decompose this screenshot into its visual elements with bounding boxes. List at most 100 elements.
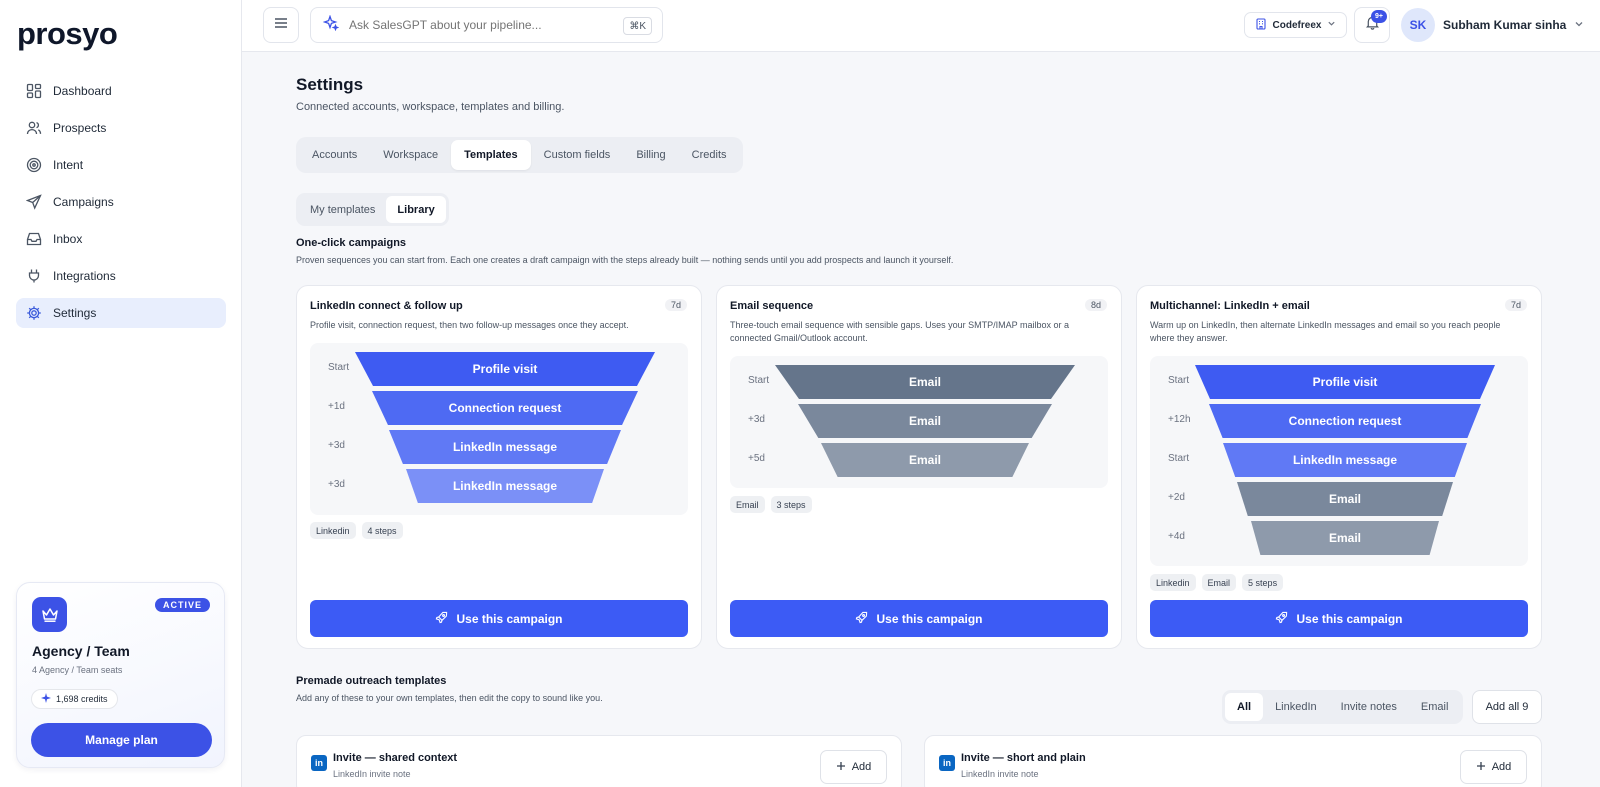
channel-tag: Linkedin xyxy=(310,522,356,539)
manage-plan-button[interactable]: Manage plan xyxy=(31,723,212,757)
use-campaign-button[interactable]: Use this campaign xyxy=(310,600,688,637)
filter-all[interactable]: All xyxy=(1225,693,1264,721)
plan-card: ACTIVE Agency / Team 4 Agency / Team sea… xyxy=(16,582,225,768)
add-all-button[interactable]: Add all 9 xyxy=(1472,690,1542,724)
funnel-step: Profile visit xyxy=(355,352,655,386)
channel-tag: Linkedin xyxy=(1150,574,1196,591)
funnel-step: Connection request xyxy=(372,391,638,425)
steps-tag: 3 steps xyxy=(770,496,812,513)
tab-workspace[interactable]: Workspace xyxy=(370,140,451,170)
funnel-step: Profile visit xyxy=(1195,365,1495,399)
gear-icon xyxy=(26,305,42,321)
sidebar-item-campaigns[interactable]: Campaigns xyxy=(16,187,226,217)
funnel-step: LinkedIn message xyxy=(406,469,604,503)
channel-tag: Email xyxy=(730,496,765,513)
sidebar-item-label: Settings xyxy=(53,306,97,320)
template-type: LinkedIn invite note xyxy=(961,769,1039,779)
sidebar-nav: Dashboard Prospects Intent Campaigns Inb… xyxy=(16,76,226,335)
menu-toggle-button[interactable] xyxy=(263,7,299,43)
tab-credits[interactable]: Credits xyxy=(679,140,740,170)
funnel-step: Email xyxy=(821,443,1029,477)
campaign-tags: Linkedin Email 5 steps xyxy=(1150,574,1284,591)
step-delay: +4d xyxy=(1168,531,1185,542)
section-subtitle: Proven sequences you can start from. Eac… xyxy=(296,255,954,265)
target-icon xyxy=(26,157,42,173)
plan-status-badge: ACTIVE xyxy=(154,598,210,612)
step-delay: Start xyxy=(748,375,770,386)
top-bar: ⌘K Codefreex 9+ SK Subham Kumar sinha xyxy=(242,0,1600,52)
tab-templates[interactable]: Templates xyxy=(451,140,531,170)
template-title: Invite — short and plain xyxy=(961,752,1086,764)
notification-badge: 9+ xyxy=(1371,10,1387,23)
user-name: Subham Kumar sinha xyxy=(1443,18,1567,32)
template-card: in Invite — shared context LinkedIn invi… xyxy=(296,735,902,787)
page-subtitle: Connected accounts, workspace, templates… xyxy=(296,101,565,113)
campaign-tags: Linkedin 4 steps xyxy=(310,522,403,539)
user-menu[interactable]: SK Subham Kumar sinha xyxy=(1401,8,1584,42)
template-title: Invite — shared context xyxy=(333,752,458,764)
tab-custom-fields[interactable]: Custom fields xyxy=(531,140,624,170)
tab-billing[interactable]: Billing xyxy=(623,140,678,170)
sidebar-item-intent[interactable]: Intent xyxy=(16,150,226,180)
sidebar-item-label: Integrations xyxy=(53,269,116,283)
sidebar-item-prospects[interactable]: Prospects xyxy=(16,113,226,143)
funnel-step: Email xyxy=(798,404,1052,438)
sidebar-item-settings[interactable]: Settings xyxy=(16,298,226,328)
step-delay: Start xyxy=(1168,453,1190,464)
avatar: SK xyxy=(1401,8,1435,42)
add-template-button[interactable]: Add xyxy=(820,750,887,784)
funnel-step: Email xyxy=(1251,521,1439,555)
filter-email[interactable]: Email xyxy=(1409,693,1461,721)
inbox-icon xyxy=(26,231,42,247)
workspace-switcher[interactable]: Codefreex xyxy=(1244,12,1347,38)
use-campaign-button[interactable]: Use this campaign xyxy=(730,600,1108,637)
sidebar-item-label: Campaigns xyxy=(53,195,114,209)
sidebar-item-integrations[interactable]: Integrations xyxy=(16,261,226,291)
template-card: in Invite — short and plain LinkedIn inv… xyxy=(924,735,1542,787)
sequence-funnel: Start Profile visit +1d Connection reque… xyxy=(310,343,688,515)
campaign-tags: Email 3 steps xyxy=(730,496,812,513)
campaign-description: Three-touch email sequence with sensible… xyxy=(730,320,1069,343)
sidebar-item-inbox[interactable]: Inbox xyxy=(16,224,226,254)
sidebar: prosyo Dashboard Prospects Intent Campai… xyxy=(0,0,242,787)
button-label: Add xyxy=(851,761,872,773)
sidebar-item-label: Prospects xyxy=(53,121,107,135)
campaign-description: Profile visit, connection request, then … xyxy=(310,320,629,330)
button-label: Add xyxy=(1491,761,1512,773)
campaign-duration: 7d xyxy=(664,299,687,311)
add-template-button[interactable]: Add xyxy=(1460,750,1527,784)
workspace-name: Codefreex xyxy=(1272,19,1322,31)
plan-seats: 4 Agency / Team seats xyxy=(32,665,123,675)
funnel-step: LinkedIn message xyxy=(1223,443,1467,477)
use-campaign-button[interactable]: Use this campaign xyxy=(1150,600,1528,637)
filter-linkedin[interactable]: LinkedIn xyxy=(1263,693,1329,721)
plus-icon xyxy=(836,761,846,774)
funnel-step: Email xyxy=(775,365,1075,399)
step-delay: Start xyxy=(1168,375,1190,386)
shortcut-hint: ⌘K xyxy=(623,17,652,35)
filter-invite-notes[interactable]: Invite notes xyxy=(1329,693,1409,721)
funnel-step: LinkedIn message xyxy=(389,430,621,464)
subtab-library[interactable]: Library xyxy=(386,196,446,223)
salesgpt-search[interactable]: ⌘K xyxy=(310,7,663,43)
funnel-step: Email xyxy=(1237,482,1453,516)
app-logo[interactable]: prosyo xyxy=(17,16,118,52)
subtab-my-templates[interactable]: My templates xyxy=(299,196,386,223)
credits-pill: 1,698 credits xyxy=(31,689,118,709)
plan-title: Agency / Team xyxy=(32,643,130,659)
notifications-button[interactable]: 9+ xyxy=(1354,7,1390,43)
plus-icon xyxy=(1476,761,1486,774)
campaign-title: Email sequence xyxy=(730,300,814,312)
sidebar-item-dashboard[interactable]: Dashboard xyxy=(16,76,226,106)
campaign-card: Multichannel: LinkedIn + email 7d Warm u… xyxy=(1136,285,1542,649)
step-delay: Start xyxy=(328,362,350,373)
template-type: LinkedIn invite note xyxy=(333,769,411,779)
users-icon xyxy=(26,120,42,136)
sparkle-icon xyxy=(322,13,340,36)
search-input[interactable] xyxy=(349,18,609,32)
funnel-step: Connection request xyxy=(1209,404,1481,438)
steps-tag: 4 steps xyxy=(361,522,403,539)
tab-accounts[interactable]: Accounts xyxy=(299,140,370,170)
campaign-title: Multichannel: LinkedIn + email xyxy=(1150,300,1310,312)
section-title: One-click campaigns xyxy=(296,237,407,249)
